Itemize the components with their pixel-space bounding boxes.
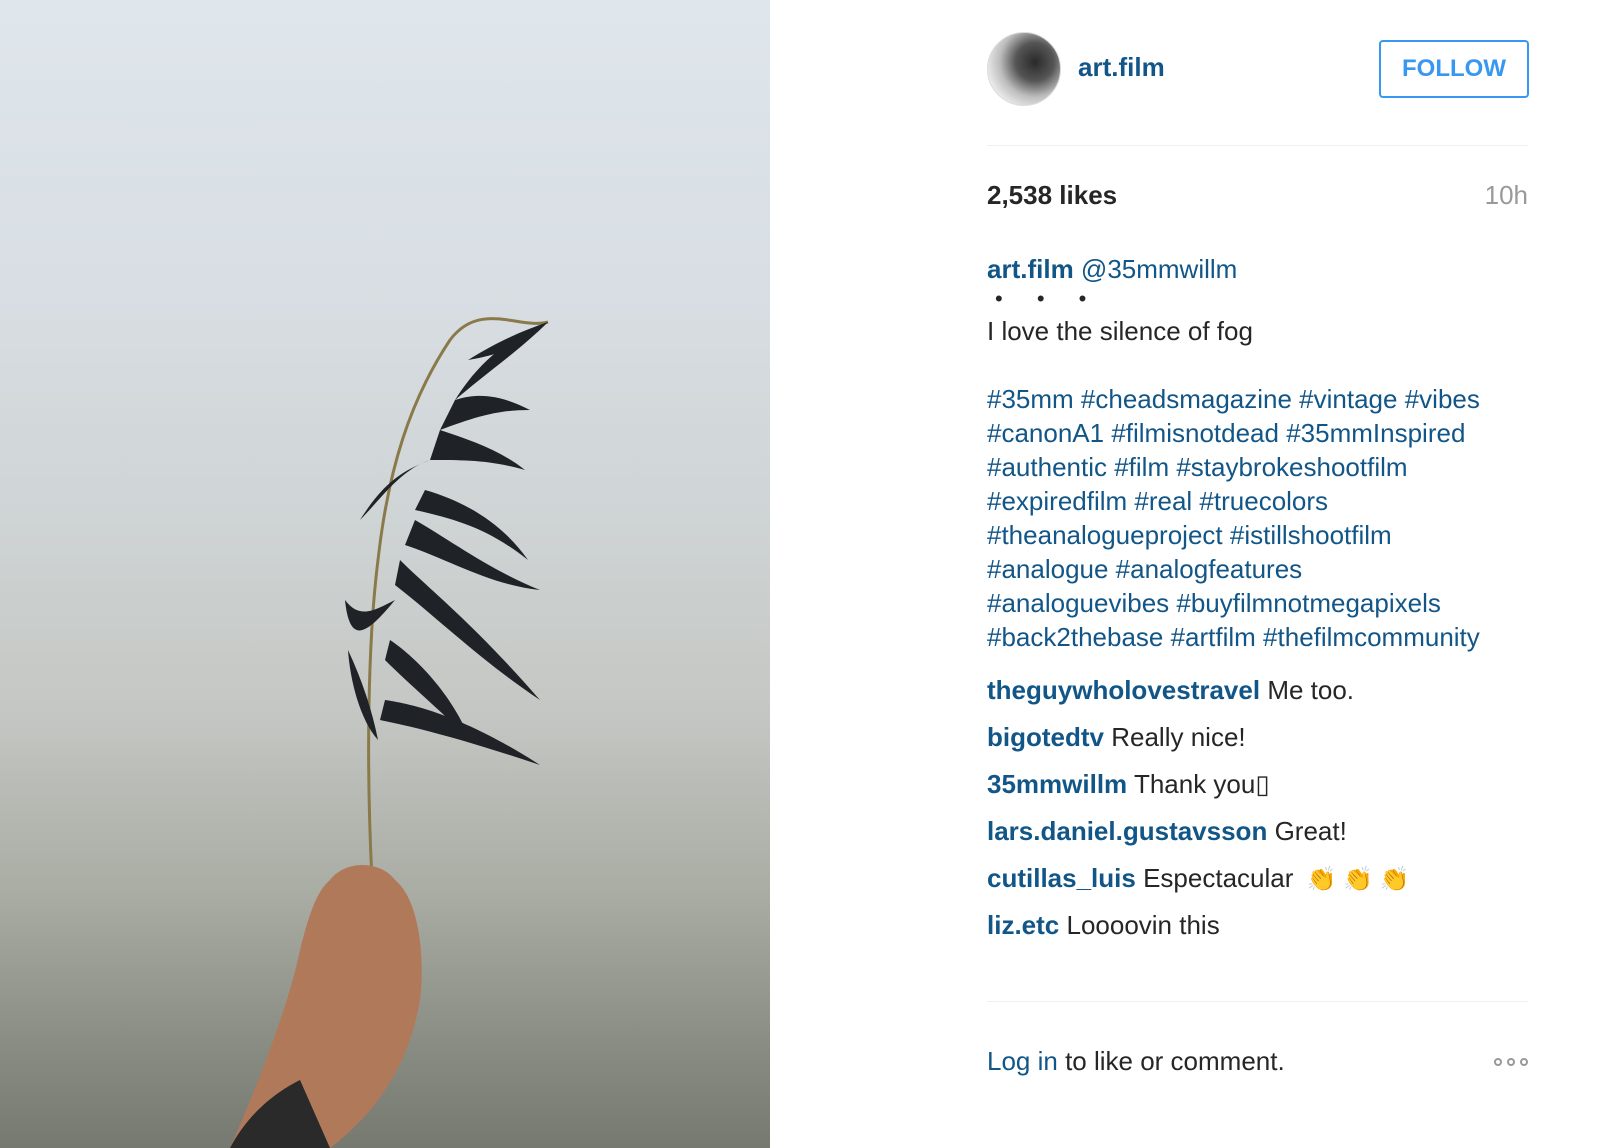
comment-text: Espectacular (1143, 863, 1294, 893)
comment-user[interactable]: 35mmwillm (987, 769, 1127, 799)
comment-text: Great! (1274, 816, 1347, 846)
more-dot (1494, 1058, 1502, 1066)
more-dot (1520, 1058, 1528, 1066)
login-prompt-text: to like or comment. (1057, 1046, 1285, 1076)
comment-user[interactable]: bigotedtv (987, 722, 1104, 752)
comment-user[interactable]: theguywholovestravel (987, 675, 1260, 705)
footer-divider (987, 1001, 1528, 1002)
comment-text: Thank you▯ (1133, 769, 1270, 799)
comment: liz.etc Loooovin this (987, 908, 1547, 955)
comment: bigotedtv Really nice! (987, 720, 1547, 767)
more-dot (1507, 1058, 1515, 1066)
hashtag-line[interactable]: #theanalogueproject #istillshootfilm (987, 518, 1547, 552)
comment: 35mmwillm Thank you▯ (987, 767, 1547, 814)
post-timestamp[interactable]: 10h (1485, 180, 1528, 211)
comment: cutillas_luis Espectacular 👏 👏 👏 (987, 861, 1547, 908)
login-prompt: Log in to like or comment. (987, 1046, 1285, 1077)
author-username[interactable]: art.film (1078, 52, 1165, 83)
caption-author[interactable]: art.film (987, 254, 1074, 284)
comment-list: theguywholovestravel Me too. bigotedtv R… (987, 673, 1547, 955)
more-options-icon[interactable] (1494, 1058, 1528, 1066)
comment-text: Really nice! (1111, 722, 1246, 752)
comment-user[interactable]: liz.etc (987, 910, 1059, 940)
post-header: art.film FOLLOW (987, 32, 1529, 112)
hashtag-line[interactable]: #analogue #analogfeatures (987, 552, 1547, 586)
caption-mention[interactable]: @35mmwillm (1081, 254, 1237, 284)
follow-button[interactable]: FOLLOW (1379, 40, 1529, 98)
caption-dots: • • • (995, 286, 1101, 311)
hashtag-line[interactable]: #expiredfilm #real #truecolors (987, 484, 1547, 518)
post-photo (0, 0, 770, 1148)
hashtag-line[interactable]: #analoguevibes #buyfilmnotmegapixels (987, 586, 1547, 620)
caption: art.film @35mmwillm • • • I love the sil… (987, 252, 1547, 654)
comment-text: Loooovin this (1066, 910, 1220, 940)
comment: theguywholovestravel Me too. (987, 673, 1547, 720)
post-sidebar: art.film FOLLOW 2,538 likes 10h art.film… (770, 0, 1600, 1148)
hashtag-line[interactable]: #35mm #cheadsmagazine #vintage #vibes (987, 382, 1547, 416)
likes-count[interactable]: 2,538 likes (987, 180, 1117, 211)
comment-user[interactable]: lars.daniel.gustavsson (987, 816, 1267, 846)
header-divider (987, 145, 1528, 146)
hashtag-line[interactable]: #canonA1 #filmisnotdead #35mmInspired (987, 416, 1547, 450)
comment-text: Me too. (1267, 675, 1355, 705)
login-link[interactable]: Log in (987, 1046, 1058, 1076)
clapping-hands-icon: 👏 👏 👏 (1306, 866, 1410, 893)
hashtag-line[interactable]: #authentic #film #staybrokeshootfilm (987, 450, 1547, 484)
hashtag-line[interactable]: #back2thebase #artfilm #thefilmcommunity (987, 620, 1547, 654)
avatar[interactable] (987, 32, 1061, 106)
comment-user[interactable]: cutillas_luis (987, 863, 1136, 893)
caption-text: I love the silence of fog (987, 316, 1253, 346)
comment: lars.daniel.gustavsson Great! (987, 814, 1547, 861)
